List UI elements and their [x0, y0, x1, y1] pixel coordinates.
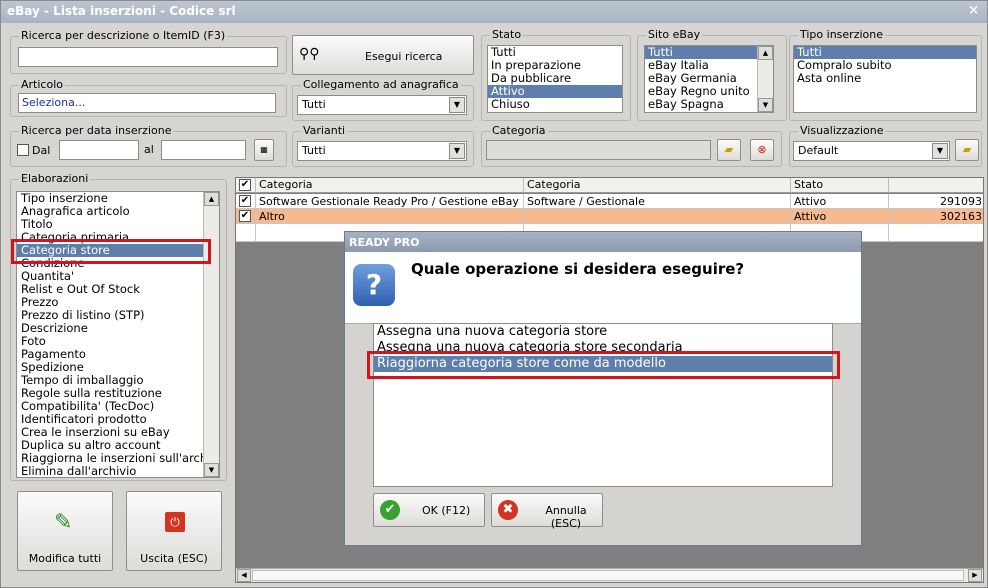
question-icon: ? [353, 264, 395, 306]
select-all-header[interactable]: ✔ [236, 178, 256, 193]
horizontal-scrollbar[interactable]: ◀ ▶ [236, 568, 983, 582]
table-cell[interactable]: 291093 [889, 194, 983, 209]
column-header[interactable] [889, 178, 983, 193]
table-cell[interactable]: Attivo [791, 194, 889, 209]
table-cell[interactable]: Altro [256, 209, 524, 224]
close-icon[interactable]: × [968, 3, 979, 18]
main-window: eBay - Lista inserzioni - Codice srl × R… [0, 0, 988, 588]
row-checkbox[interactable]: ✔ [236, 209, 256, 224]
dal-checkbox[interactable] [17, 144, 29, 156]
highlight-box [367, 351, 840, 379]
search-label: Ricerca per descrizione o ItemID (F3) [19, 29, 228, 42]
arrow-down-icon[interactable]: ▼ [758, 98, 773, 112]
title-bar: eBay - Lista inserzioni - Codice srl × [1, 1, 987, 23]
column-header[interactable]: Stato [791, 178, 889, 193]
elaborazioni-list[interactable]: Tipo inserzione Anagrafica articolo Titolo… [16, 191, 220, 478]
list-item[interactable]: Asta online [794, 72, 976, 85]
scroll-thumb[interactable] [252, 570, 964, 581]
highlight-box [11, 239, 211, 264]
column-header[interactable]: Categoria [256, 178, 524, 193]
calendar-icon[interactable]: ▦ [254, 139, 274, 161]
arrow-right-icon[interactable]: ▶ [968, 569, 982, 582]
stato-list[interactable]: Tutti In preparazione Da pubblicare Atti… [487, 45, 623, 113]
chevron-down-icon[interactable]: ▼ [449, 97, 465, 113]
date-to-field[interactable] [161, 140, 246, 160]
ok-button[interactable]: ✔ OK (F12) [373, 493, 485, 527]
power-icon: ⏻ [165, 512, 185, 532]
row-checkbox[interactable]: ✔ [236, 194, 256, 209]
scrollbar[interactable]: ▲ ▼ [757, 46, 773, 112]
search-input[interactable] [18, 47, 278, 67]
collegamento-select[interactable]: Tutti ▼ [297, 95, 467, 115]
table-cell[interactable]: Attivo [791, 209, 889, 224]
date-from-field[interactable] [59, 140, 139, 160]
uscita-button[interactable]: ⏻ Uscita (ESC) [126, 491, 222, 571]
table-cell[interactable] [524, 209, 791, 224]
tipo-list[interactable]: Tutti Compralo subito Asta online [793, 45, 977, 113]
table-cell[interactable]: 302163 [889, 209, 983, 224]
folder-icon[interactable]: ▰ [717, 139, 741, 161]
modifica-tutti-button[interactable]: ✎ Modifica tutti [17, 491, 113, 571]
clear-icon[interactable]: ⊗ [750, 139, 774, 161]
check-icon: ✔ [380, 500, 400, 520]
window-title: eBay - Lista inserzioni - Codice srl [7, 4, 236, 18]
cancel-icon: ✖ [498, 500, 518, 520]
list-item[interactable]: Chiuso [488, 98, 622, 111]
categoria-field[interactable] [486, 140, 711, 160]
dialog-title: READY PRO [345, 232, 861, 252]
binoculars-icon: ⚲⚲ [299, 46, 320, 62]
arrow-up-icon[interactable]: ▲ [758, 46, 773, 60]
table-cell[interactable]: Software Gestionale Ready Pro / Gestione… [256, 194, 524, 209]
edit-document-icon: ✎ [54, 510, 73, 535]
table-cell[interactable]: Software / Gestionale [524, 194, 791, 209]
empty-cell [889, 224, 983, 242]
arrow-up-icon[interactable]: ▲ [204, 192, 219, 206]
list-item[interactable]: eBay Spagna [645, 98, 773, 111]
option-item[interactable]: Assegna una nuova categoria store [374, 324, 832, 340]
visualizzazione-select[interactable]: Default ▼ [793, 141, 950, 161]
search-button[interactable]: ⚲⚲ Esegui ricerca [292, 35, 474, 75]
folder-icon[interactable]: ▰ [955, 139, 979, 161]
sito-list[interactable]: Tutti eBay Italia eBay Germania eBay Reg… [644, 45, 774, 113]
column-header[interactable]: Categoria [524, 178, 791, 193]
cancel-button[interactable]: ✖ Annulla (ESC) [491, 493, 603, 530]
options-list[interactable]: Assegna una nuova categoria store Assegn… [373, 323, 833, 487]
articolo-field[interactable]: Seleziona... [18, 93, 276, 113]
operation-dialog: READY PRO ? Quale operazione si desidera… [344, 231, 862, 546]
scrollbar[interactable]: ▲ ▼ [203, 192, 219, 477]
dialog-question: Quale operazione si desidera eseguire? [411, 260, 745, 278]
arrow-left-icon[interactable]: ◀ [237, 569, 251, 582]
chevron-down-icon[interactable]: ▼ [449, 143, 465, 159]
dialog-header: ? Quale operazione si desidera eseguire? [345, 252, 861, 324]
arrow-down-icon[interactable]: ▼ [204, 463, 219, 477]
empty-cell [236, 224, 256, 242]
list-item[interactable]: Elimina dall'archivio [17, 465, 219, 478]
list-item[interactable]: Descrizione [17, 322, 219, 335]
chevron-down-icon[interactable]: ▼ [932, 143, 948, 159]
varianti-select[interactable]: Tutti ▼ [297, 141, 467, 161]
